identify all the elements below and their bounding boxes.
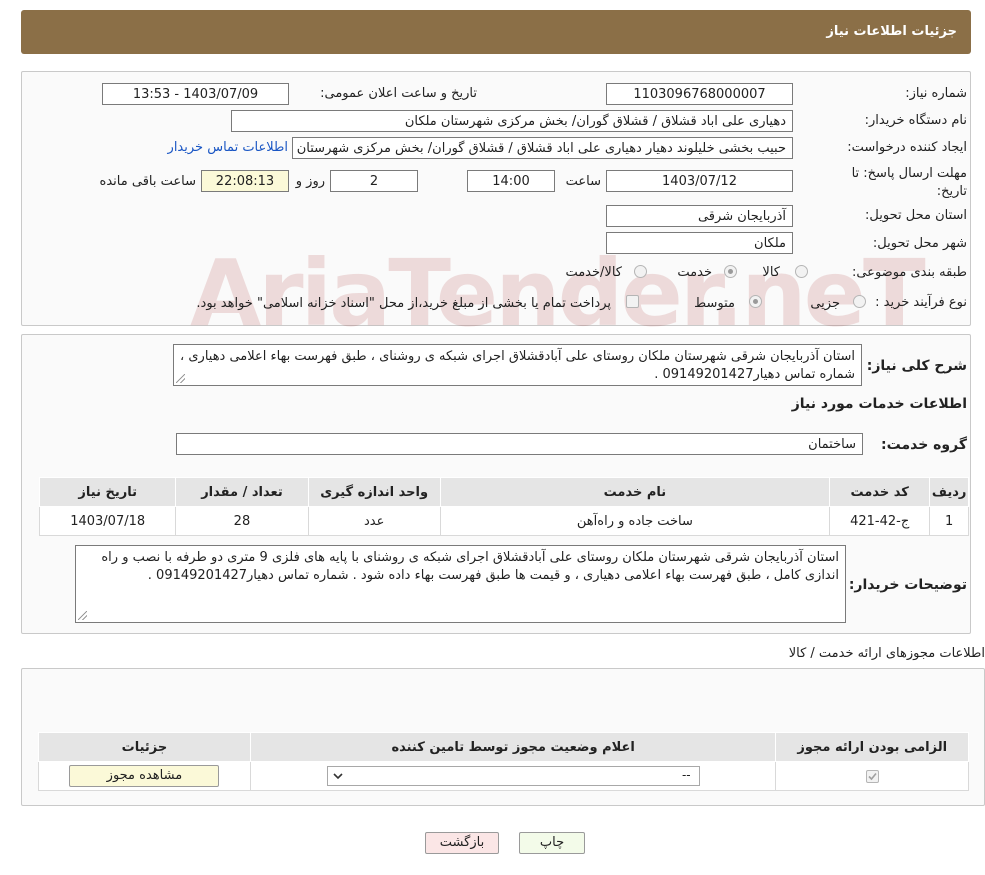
remaining-label: ساعت باقی مانده — [99, 174, 196, 189]
cell-permit-details: مشاهده مجوز — [38, 761, 251, 791]
permit-required-checkbox — [865, 769, 879, 783]
check-icon — [868, 772, 877, 780]
treasury-payment-checkbox[interactable] — [626, 295, 639, 308]
buyer-org-label: نام دستگاه خریدار: — [864, 113, 967, 128]
col-permit-required: الزامی بودن ارائه مجوز — [775, 732, 969, 762]
cell-need-date: 1403/07/18 — [38, 506, 177, 536]
deadline-date-field[interactable]: 1403/07/12 — [606, 170, 793, 192]
process-label: نوع فرآیند خرید : — [875, 295, 967, 310]
requester-field[interactable]: حبیب بخشی خلیلوند دهیار دهیاری علی اباد … — [292, 137, 793, 159]
need-number-field[interactable]: 1103096768000007 — [606, 83, 793, 105]
summary-text: استان آذربایجان شرقی شهرستان ملکان روستا… — [180, 349, 855, 382]
province-field[interactable]: آذربایجان شرقی — [606, 205, 793, 227]
col-unit: واحد اندازه گیری — [307, 477, 441, 507]
back-button[interactable]: بازگشت — [425, 832, 499, 854]
chevron-down-icon — [333, 773, 343, 780]
buyer-notes-textarea[interactable]: استان آذربایجان شرقی شهرستان ملکان روستا… — [75, 545, 846, 623]
buyer-notes-label: توضیحات خریدار: — [848, 577, 967, 593]
service-group-field[interactable]: ساختمان — [176, 433, 863, 455]
permits-table: الزامی بودن ارائه مجوز اعلام وضعیت مجوز … — [38, 732, 969, 791]
need-number-label: شماره نیاز: — [905, 86, 967, 101]
requester-label: ایجاد کننده درخواست: — [847, 140, 967, 155]
category-service-radio[interactable] — [724, 265, 737, 278]
category-goods-radio[interactable] — [795, 265, 808, 278]
category-goods-label: کالا — [762, 265, 780, 280]
treasury-payment-note: پرداخت تمام یا بخشی از مبلغ خرید،از محل … — [196, 296, 611, 311]
cell-permit-required — [775, 761, 969, 791]
resize-grip-icon[interactable] — [176, 374, 185, 383]
cell-permit-status: -- — [249, 761, 777, 791]
days-label: روز و — [295, 174, 325, 189]
view-permit-button[interactable]: مشاهده مجوز — [69, 765, 220, 787]
category-label: طبقه بندی موضوعی: — [851, 265, 967, 280]
col-service-code: کد خدمت — [829, 477, 931, 507]
permits-table-header: الزامی بودن ارائه مجوز اعلام وضعیت مجوز … — [38, 732, 969, 762]
process-minor-radio[interactable] — [853, 295, 866, 308]
col-permit-status: اعلام وضعیت مجوز توسط تامین کننده — [249, 732, 777, 762]
services-section-title: اطلاعات خدمات مورد نیاز — [791, 396, 967, 412]
print-button[interactable]: چاپ — [519, 832, 585, 854]
cell-row-index: 1 — [929, 506, 969, 536]
process-minor-label: جزیی — [810, 296, 840, 311]
announce-field[interactable]: 1403/07/09 - 13:53 — [102, 83, 289, 105]
buyer-notes-text: استان آذربایجان شرقی شهرستان ملکان روستا… — [101, 550, 839, 583]
buyer-contact-link[interactable]: اطلاعات تماس خریدار — [168, 140, 288, 155]
services-table-header: ردیف کد خدمت نام خدمت واحد اندازه گیری ت… — [38, 477, 969, 507]
table-row: -- مشاهده مجوز — [38, 761, 969, 791]
col-service-name: نام خدمت — [439, 477, 831, 507]
permit-status-value: -- — [681, 768, 691, 782]
cell-service-code: ج-42-421 — [829, 506, 931, 536]
col-need-date: تاریخ نیاز — [38, 477, 177, 507]
deadline-time-field[interactable]: 14:00 — [467, 170, 555, 192]
services-table: ردیف کد خدمت نام خدمت واحد اندازه گیری ت… — [38, 477, 969, 536]
category-both-radio[interactable] — [634, 265, 647, 278]
page-header: جزئیات اطلاعات نیاز — [21, 10, 971, 54]
cell-quantity: 28 — [175, 506, 309, 536]
permit-status-select[interactable]: -- — [326, 766, 700, 786]
cell-unit: عدد — [307, 506, 441, 536]
city-field[interactable]: ملکان — [606, 232, 793, 254]
remaining-time-field: 22:08:13 — [201, 170, 289, 192]
deadline-label: مهلت ارسال پاسخ: تا تاریخ: — [851, 166, 967, 199]
process-medium-label: متوسط — [694, 296, 735, 311]
announce-label: تاریخ و ساعت اعلان عمومی: — [320, 86, 477, 101]
col-permit-details: جزئیات — [38, 732, 251, 762]
cell-service-name: ساخت جاده و راه‌آهن — [439, 506, 831, 536]
col-row-index: ردیف — [929, 477, 969, 507]
province-label: استان محل تحویل: — [865, 208, 967, 223]
table-row: 1 ج-42-421 ساخت جاده و راه‌آهن عدد 28 14… — [38, 506, 969, 536]
deadline-time-label: ساعت — [565, 174, 601, 189]
days-field[interactable]: 2 — [330, 170, 418, 192]
resize-grip-icon[interactable] — [78, 611, 87, 620]
city-label: شهر محل تحویل: — [872, 236, 967, 251]
summary-textarea[interactable]: استان آذربایجان شرقی شهرستان ملکان روستا… — [173, 344, 862, 386]
process-medium-radio[interactable] — [749, 295, 762, 308]
service-group-label: گروه خدمت: — [881, 437, 967, 453]
permits-section-title: اطلاعات مجوزهای ارائه خدمت / کالا — [788, 646, 985, 661]
buyer-org-field[interactable]: دهیاری علی اباد قشلاق / قشلاق گوران/ بخش… — [231, 110, 793, 132]
category-both-label: کالا/خدمت — [565, 265, 622, 280]
category-service-label: خدمت — [677, 265, 712, 280]
page-title: جزئیات اطلاعات نیاز — [826, 24, 957, 39]
col-quantity: تعداد / مقدار — [175, 477, 309, 507]
summary-label: شرح کلی نیاز: — [866, 358, 967, 374]
